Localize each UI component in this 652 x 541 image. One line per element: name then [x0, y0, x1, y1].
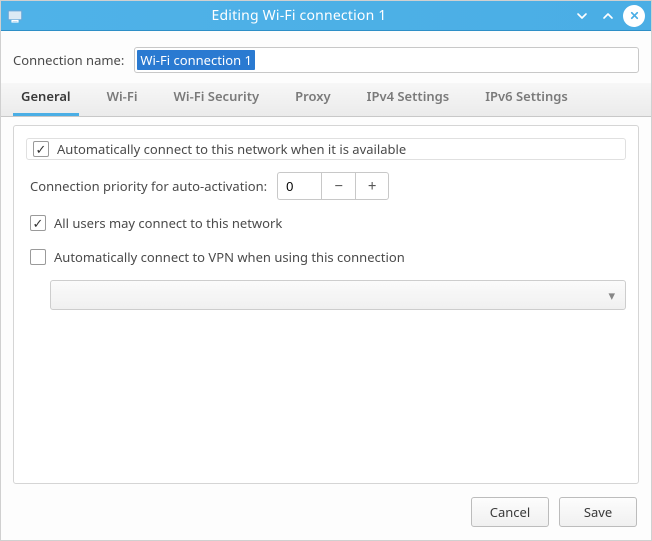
connection-name-input[interactable]: Wi-Fi connection 1	[134, 47, 639, 73]
auto-vpn-row[interactable]: Automatically connect to VPN when using …	[26, 246, 626, 268]
window-close-button[interactable]	[623, 5, 645, 27]
app-icon	[5, 6, 25, 26]
tab-ipv6-settings[interactable]: IPv6 Settings	[477, 79, 576, 116]
priority-input[interactable]	[277, 172, 321, 200]
tab-proxy[interactable]: Proxy	[287, 79, 339, 116]
vpn-combobox[interactable]: ▾	[50, 280, 626, 310]
tab-wi-fi-security[interactable]: Wi-Fi Security	[166, 79, 268, 116]
all-users-label: All users may connect to this network	[54, 214, 282, 232]
priority-decrement-button[interactable]: −	[321, 172, 355, 200]
tab-ipv4-settings[interactable]: IPv4 Settings	[359, 79, 458, 116]
auto-connect-checkbox[interactable]	[33, 141, 49, 157]
priority-spinbutton: − +	[277, 172, 389, 200]
chevron-up-icon	[602, 10, 614, 22]
tab-content-general: Automatically connect to this network wh…	[13, 125, 639, 484]
all-users-checkbox[interactable]	[30, 215, 46, 231]
priority-label: Connection priority for auto-activation:	[30, 177, 267, 195]
tab-general[interactable]: General	[13, 79, 79, 116]
auto-connect-label: Automatically connect to this network wh…	[57, 140, 406, 158]
connection-name-value-selected: Wi-Fi connection 1	[137, 50, 255, 70]
cancel-button[interactable]: Cancel	[471, 497, 549, 527]
dialog-footer: Cancel Save	[1, 492, 651, 540]
save-button[interactable]: Save	[559, 497, 637, 527]
all-users-row[interactable]: All users may connect to this network	[26, 212, 626, 234]
tab-wi-fi[interactable]: Wi-Fi	[99, 79, 146, 116]
auto-vpn-label: Automatically connect to VPN when using …	[54, 248, 405, 266]
priority-increment-button[interactable]: +	[355, 172, 389, 200]
connection-name-label: Connection name:	[13, 51, 124, 69]
connection-name-row: Connection name: Wi-Fi connection 1	[1, 31, 651, 83]
cancel-button-label: Cancel	[490, 503, 530, 521]
plus-icon: +	[368, 176, 377, 196]
window-expand-button[interactable]	[597, 5, 619, 27]
titlebar: Editing Wi-Fi connection 1	[1, 1, 651, 31]
minus-icon: −	[334, 176, 343, 196]
auto-vpn-checkbox[interactable]	[30, 249, 46, 265]
chevron-down-icon: ▾	[608, 286, 615, 304]
close-icon	[629, 10, 640, 21]
save-button-label: Save	[584, 503, 612, 521]
window-title: Editing Wi-Fi connection 1	[31, 6, 567, 25]
dialog-body: Connection name: Wi-Fi connection 1 Gene…	[1, 31, 651, 540]
chevron-down-icon	[576, 10, 588, 22]
network-connection-editor-window: Editing Wi-Fi connection 1 Connection na…	[0, 0, 652, 541]
window-collapse-button[interactable]	[571, 5, 593, 27]
vpn-select-row: ▾	[26, 280, 626, 310]
priority-row: Connection priority for auto-activation:…	[26, 172, 626, 200]
tab-bar: GeneralWi-FiWi-Fi SecurityProxyIPv4 Sett…	[1, 83, 651, 117]
auto-connect-row[interactable]: Automatically connect to this network wh…	[26, 138, 626, 160]
